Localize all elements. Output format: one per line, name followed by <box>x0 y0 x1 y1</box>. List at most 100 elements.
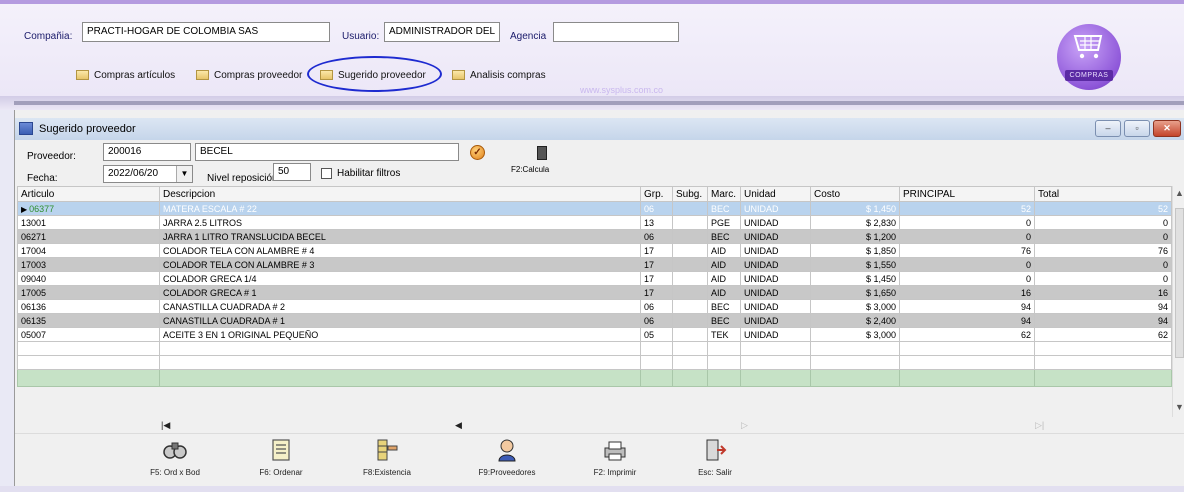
cell-grp[interactable]: 17 <box>640 257 673 272</box>
ord-x-bod-button[interactable]: F5: Ord x Bod <box>139 438 211 486</box>
cell-subg[interactable] <box>672 257 708 272</box>
nav-compras-articulos[interactable]: Compras artículos <box>76 67 175 83</box>
habilitar-filtros-checkbox[interactable] <box>321 168 332 179</box>
cell-costo[interactable]: $ 2,830 <box>810 215 900 230</box>
proveedores-button[interactable]: F9:Proveedores <box>471 438 543 486</box>
cell-subg[interactable] <box>672 215 708 230</box>
table-row[interactable]: 17003 COLADOR TELA CON ALAMBRE # 3 17 AI… <box>17 257 1172 272</box>
cell-grp[interactable]: 06 <box>640 229 673 244</box>
restore-button[interactable]: ▫ <box>1124 120 1150 137</box>
cell-subg[interactable] <box>672 271 708 286</box>
cell-total[interactable]: 0 <box>1034 215 1172 230</box>
cell-subg[interactable] <box>672 285 708 300</box>
cell-grp[interactable]: 17 <box>640 243 673 258</box>
cell-principal[interactable]: 94 <box>899 299 1035 314</box>
cell-marc[interactable]: AID <box>707 243 741 258</box>
col-header-descripcion[interactable]: Descripcion <box>159 186 641 202</box>
cell-principal[interactable]: 0 <box>899 215 1035 230</box>
cell-marc[interactable]: BEC <box>707 229 741 244</box>
cell-total[interactable]: 0 <box>1034 257 1172 272</box>
cell-articulo[interactable]: 17005 <box>17 285 160 300</box>
cell-subg[interactable] <box>672 201 708 216</box>
table-row[interactable]: 06271 JARRA 1 LITRO TRANSLUCIDA BECEL 06… <box>17 229 1172 244</box>
agency-field[interactable] <box>553 22 679 42</box>
next-record-icon[interactable]: ▷ <box>741 420 748 431</box>
cell-grp[interactable]: 13 <box>640 215 673 230</box>
cell-grp[interactable]: 05 <box>640 327 673 342</box>
company-field[interactable]: PRACTI-HOGAR DE COLOMBIA SAS <box>82 22 330 42</box>
cell-total[interactable]: 16 <box>1034 285 1172 300</box>
nivel-input[interactable]: 50 <box>273 163 311 181</box>
cell-unidad[interactable]: UNIDAD <box>740 299 811 314</box>
table-row[interactable]: 06135 CANASTILLA CUADRADA # 1 06 BEC UNI… <box>17 313 1172 328</box>
col-header-principal[interactable]: PRINCIPAL <box>899 186 1035 202</box>
cell-unidad[interactable]: UNIDAD <box>740 327 811 342</box>
close-button[interactable]: ✕ <box>1153 120 1181 137</box>
cell-total[interactable]: 0 <box>1034 229 1172 244</box>
cell-descripcion[interactable]: JARRA 2.5 LITROS <box>159 215 641 230</box>
cell-grp[interactable]: 06 <box>640 299 673 314</box>
cell-descripcion[interactable]: MATERA ESCALA # 22 <box>159 201 641 216</box>
first-record-icon[interactable]: |◀ <box>161 420 170 431</box>
table-row[interactable]: 05007 ACEITE 3 EN 1 ORIGINAL PEQUEÑO 05 … <box>17 327 1172 342</box>
cell-grp[interactable]: 06 <box>640 313 673 328</box>
calculator-icon[interactable] <box>537 146 547 160</box>
minimize-button[interactable]: – <box>1095 120 1121 137</box>
salir-button[interactable]: Esc: Salir <box>679 438 751 486</box>
chevron-down-icon[interactable]: ▼ <box>176 166 192 182</box>
website-link[interactable]: www.sysplus.com.co <box>580 85 663 95</box>
last-record-icon[interactable]: ▷| <box>1035 420 1044 431</box>
cell-costo[interactable]: $ 3,000 <box>810 327 900 342</box>
cell-marc[interactable]: AID <box>707 257 741 272</box>
cell-principal[interactable]: 16 <box>899 285 1035 300</box>
proveedor-code-input[interactable]: 200016 <box>103 143 191 161</box>
col-header-unidad[interactable]: Unidad <box>740 186 811 202</box>
nav-compras-proveedor[interactable]: Compras proveedor <box>196 67 302 83</box>
col-header-articulo[interactable]: Articulo <box>17 186 160 202</box>
cell-descripcion[interactable]: CANASTILLA CUADRADA # 2 <box>159 299 641 314</box>
products-grid[interactable]: Articulo Descripcion Grp. Subg. Marc. Un… <box>17 186 1172 387</box>
cell-unidad[interactable]: UNIDAD <box>740 271 811 286</box>
cell-costo[interactable]: $ 1,650 <box>810 285 900 300</box>
proveedor-name-input[interactable]: BECEL <box>195 143 459 161</box>
table-row[interactable]: 17005 COLADOR GRECA # 1 17 AID UNIDAD $ … <box>17 285 1172 300</box>
col-header-costo[interactable]: Costo <box>810 186 900 202</box>
col-header-total[interactable]: Total <box>1034 186 1172 202</box>
cell-total[interactable]: 76 <box>1034 243 1172 258</box>
cell-total[interactable]: 62 <box>1034 327 1172 342</box>
scroll-thumb[interactable] <box>1175 208 1184 358</box>
cell-marc[interactable]: PGE <box>707 215 741 230</box>
cell-costo[interactable]: $ 1,550 <box>810 257 900 272</box>
col-header-grp[interactable]: Grp. <box>640 186 673 202</box>
cell-unidad[interactable]: UNIDAD <box>740 285 811 300</box>
fecha-picker[interactable]: 2022/06/20 ▼ <box>103 165 193 183</box>
cell-costo[interactable]: $ 1,450 <box>810 201 900 216</box>
cell-articulo[interactable]: 05007 <box>17 327 160 342</box>
cell-descripcion[interactable]: JARRA 1 LITRO TRANSLUCIDA BECEL <box>159 229 641 244</box>
cell-principal[interactable]: 0 <box>899 229 1035 244</box>
cell-total[interactable]: 52 <box>1034 201 1172 216</box>
check-icon[interactable]: ✓ <box>470 145 485 160</box>
cell-total[interactable]: 94 <box>1034 299 1172 314</box>
cell-articulo[interactable]: 13001 <box>17 215 160 230</box>
cell-subg[interactable] <box>672 243 708 258</box>
cell-articulo[interactable]: 17003 <box>17 257 160 272</box>
cell-costo[interactable]: $ 3,000 <box>810 299 900 314</box>
cell-total[interactable]: 94 <box>1034 313 1172 328</box>
cell-subg[interactable] <box>672 327 708 342</box>
cell-principal[interactable]: 52 <box>899 201 1035 216</box>
table-row[interactable]: 17004 COLADOR TELA CON ALAMBRE # 4 17 AI… <box>17 243 1172 258</box>
scroll-up-icon[interactable]: ▲ <box>1173 188 1184 198</box>
table-row[interactable]: 09040 COLADOR GRECA 1/4 17 AID UNIDAD $ … <box>17 271 1172 286</box>
compras-badge[interactable]: COMPRAS <box>1057 24 1121 90</box>
cell-principal[interactable]: 0 <box>899 257 1035 272</box>
cell-marc[interactable]: AID <box>707 285 741 300</box>
cell-grp[interactable]: 17 <box>640 271 673 286</box>
cell-descripcion[interactable]: COLADOR GRECA 1/4 <box>159 271 641 286</box>
cell-principal[interactable]: 94 <box>899 313 1035 328</box>
cell-unidad[interactable]: UNIDAD <box>740 215 811 230</box>
table-row[interactable]: 06136 CANASTILLA CUADRADA # 2 06 BEC UNI… <box>17 299 1172 314</box>
cell-unidad[interactable]: UNIDAD <box>740 229 811 244</box>
cell-costo[interactable]: $ 1,850 <box>810 243 900 258</box>
cell-descripcion[interactable]: COLADOR GRECA # 1 <box>159 285 641 300</box>
